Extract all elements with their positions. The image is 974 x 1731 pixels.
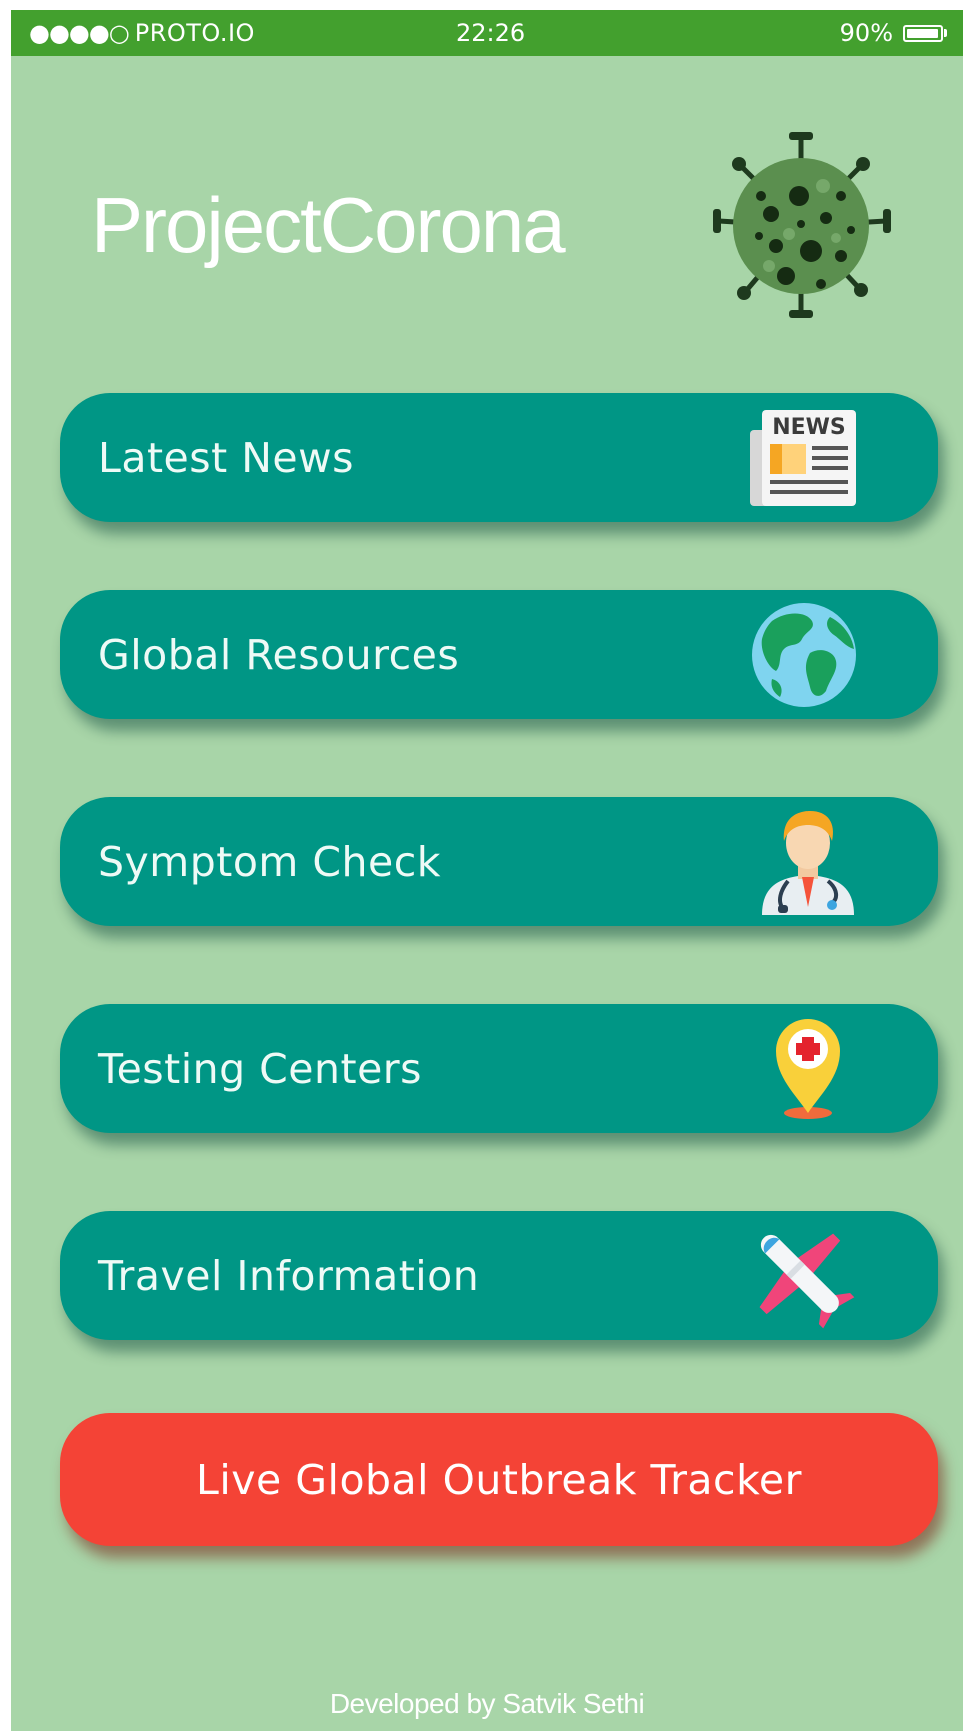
airplane-icon <box>759 1233 855 1328</box>
status-bar: ●●●●○ PROTO.IO 22:26 90% <box>11 10 963 56</box>
app-title: ProjectCorona <box>91 181 566 269</box>
developer-credit: Developed by Satvik Sethi <box>329 1688 645 1719</box>
globe-icon <box>752 602 856 707</box>
svg-text:NEWS: NEWS <box>772 415 846 440</box>
doctor-icon <box>762 810 854 915</box>
signal-strength: ●●●●○ <box>29 19 130 47</box>
carrier-name: PROTO.IO <box>134 19 255 47</box>
newspaper-icon: NEWS <box>750 409 856 506</box>
testing-centers-button[interactable]: Testing Centers <box>60 1004 938 1133</box>
live-outbreak-tracker-label: Live Global Outbreak Tracker <box>196 1455 802 1504</box>
live-outbreak-tracker-button[interactable]: Live Global Outbreak Tracker <box>60 1413 938 1546</box>
travel-information-label: Travel Information <box>98 1251 480 1300</box>
carrier-info: ●●●●○ PROTO.IO <box>29 19 255 47</box>
latest-news-button[interactable]: Latest News NEWS <box>60 393 938 522</box>
travel-information-button[interactable]: Travel Information <box>60 1211 938 1340</box>
global-resources-button[interactable]: Global Resources <box>60 590 938 719</box>
app-screen: ●●●●○ PROTO.IO 22:26 90% ProjectCorona L… <box>11 10 963 1731</box>
latest-news-label: Latest News <box>98 433 355 482</box>
map-pin-medical-icon <box>776 1018 840 1119</box>
symptom-check-label: Symptom Check <box>98 837 442 886</box>
virus-icon <box>713 132 891 318</box>
global-resources-label: Global Resources <box>98 630 460 679</box>
symptom-check-button[interactable]: Symptom Check <box>60 797 938 926</box>
battery-icon <box>903 24 943 42</box>
battery-indicator: 90% <box>840 19 947 47</box>
testing-centers-label: Testing Centers <box>98 1044 423 1093</box>
battery-percent: 90% <box>839 19 893 47</box>
status-time: 22:26 <box>456 19 526 47</box>
